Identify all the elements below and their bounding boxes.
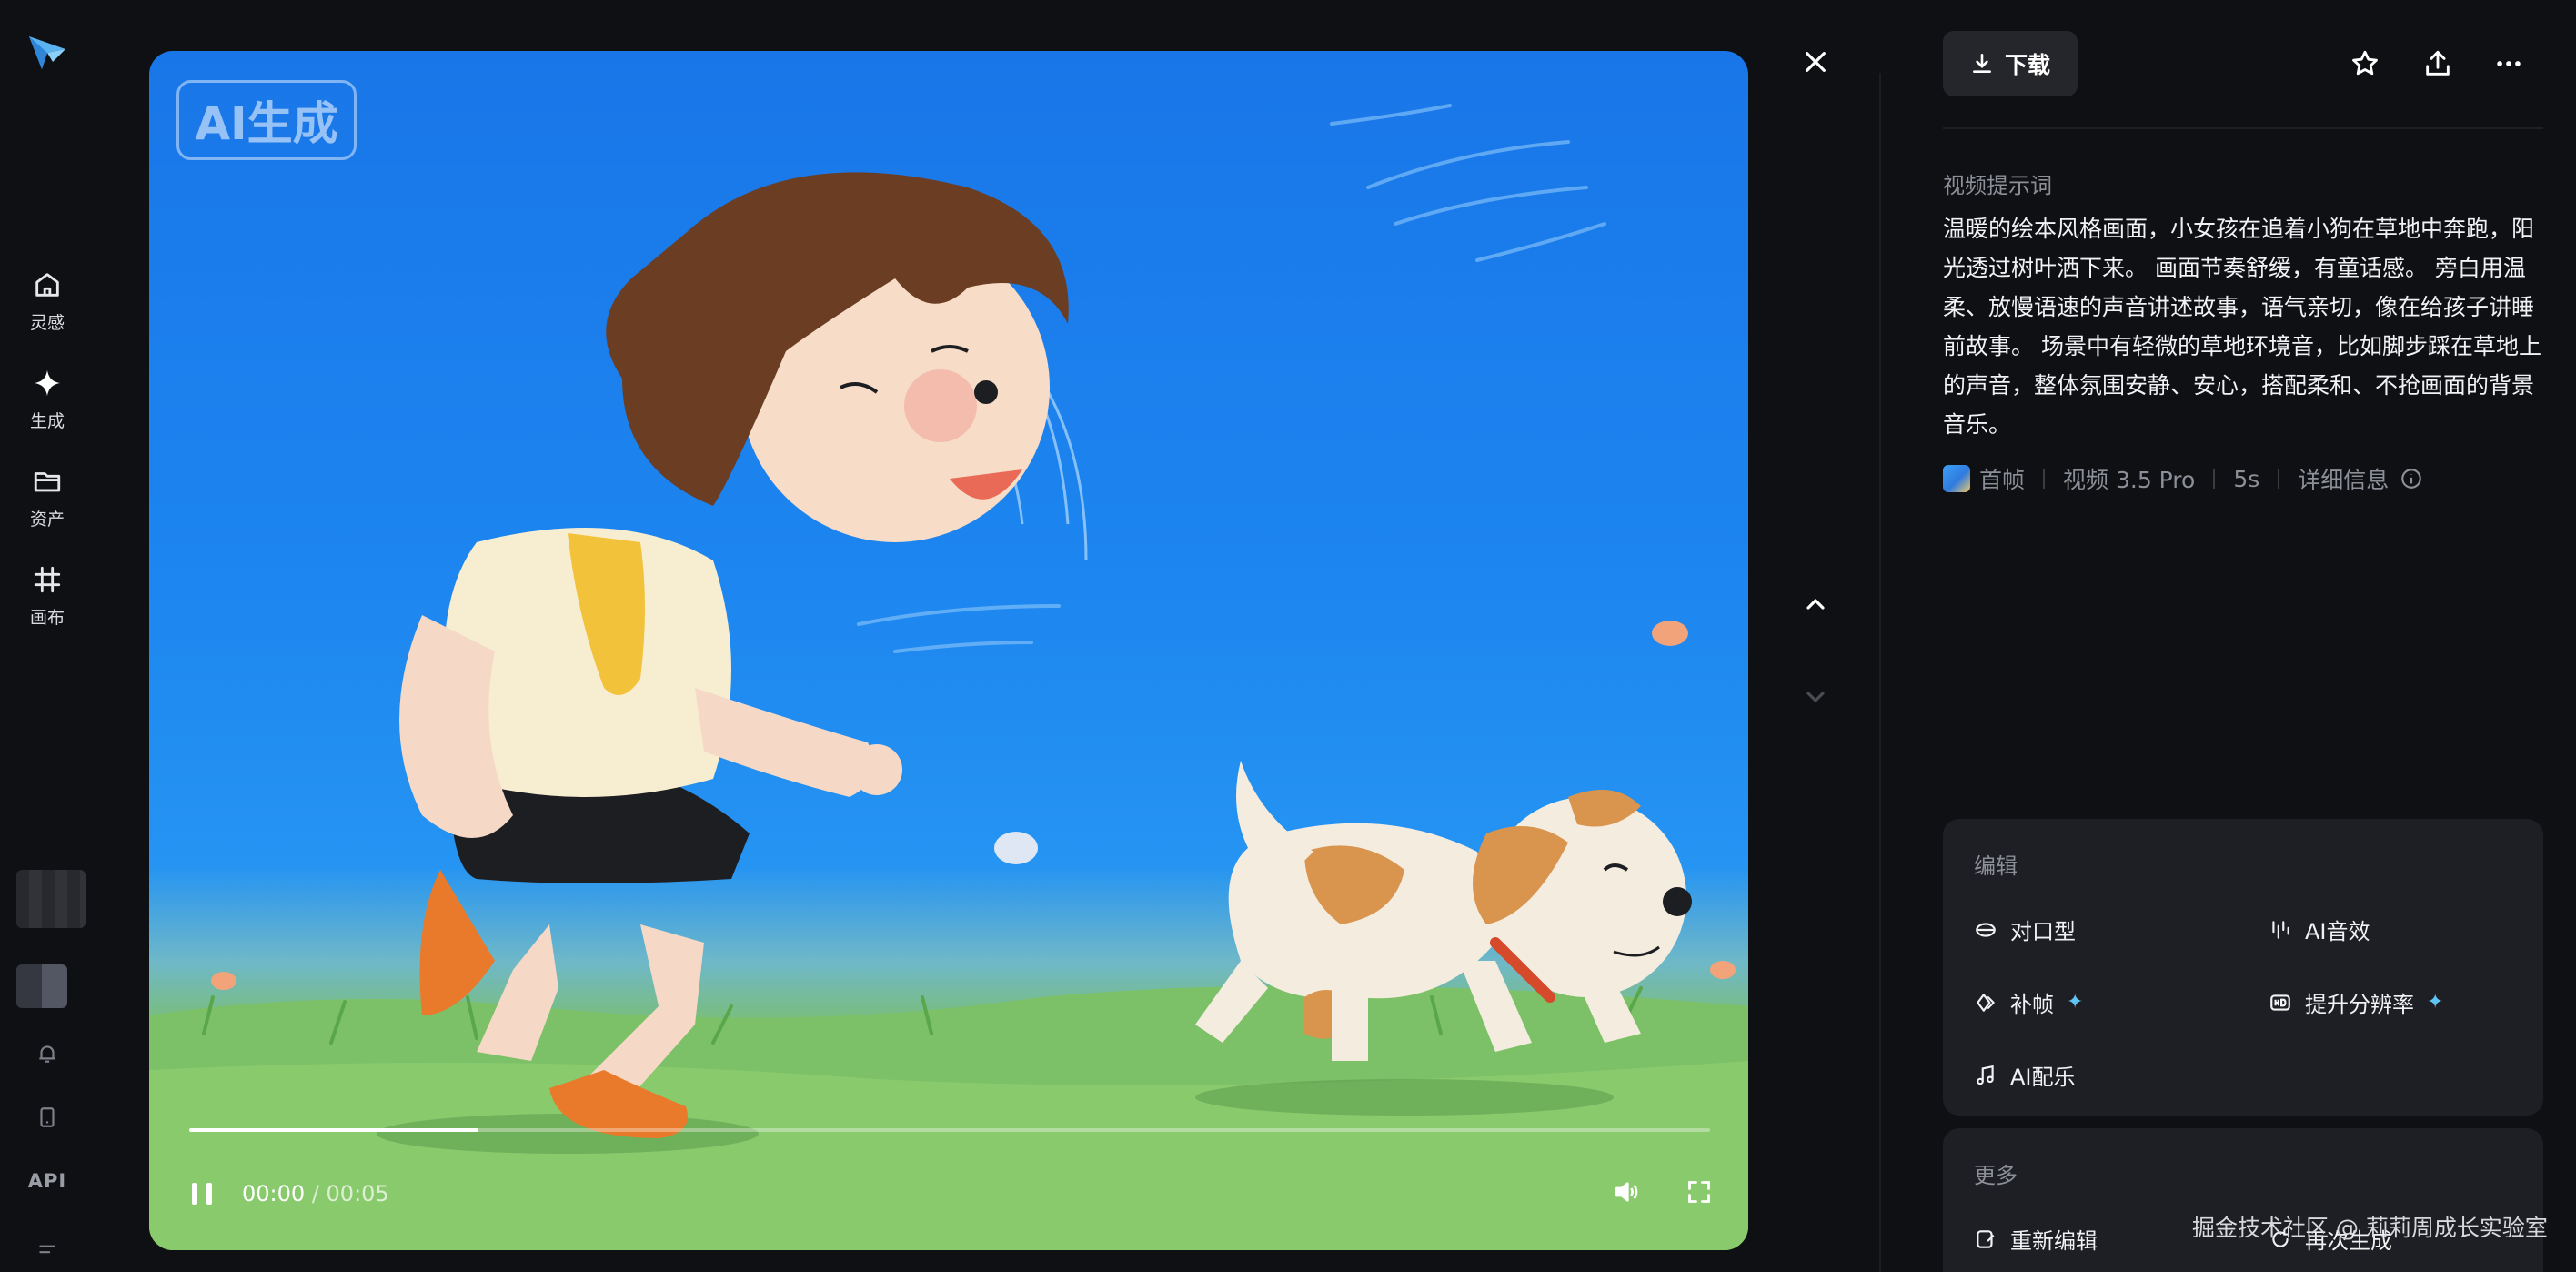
hd-icon — [2270, 994, 2290, 1011]
tool-ai-sfx[interactable]: AI音效 — [2269, 914, 2370, 945]
meta-length: 5s — [2233, 465, 2260, 492]
fullscreen-icon — [1688, 1181, 1710, 1203]
video-controls: 00:00 / 00:05 — [182, 1172, 389, 1216]
folder-icon — [34, 472, 61, 492]
sparkle-icon: ✦ — [2067, 991, 2084, 1014]
share-button[interactable] — [2416, 42, 2460, 86]
more-options-button[interactable] — [2487, 42, 2531, 86]
edit-card: 编辑 对口型 AI音效 补帧 ✦ 提升分辨率 ✦ AI配乐 — [1943, 819, 2543, 1116]
star-icon — [2352, 50, 2378, 76]
edit-card-title: 编辑 — [1974, 853, 2018, 879]
more-card-title: 更多 — [1974, 1163, 2018, 1188]
video-progress-bar[interactable] — [189, 1128, 1710, 1132]
home-icon — [35, 273, 59, 297]
speaker-icon — [1615, 1182, 1638, 1202]
chevron-up-icon — [1806, 599, 1825, 610]
nav-item-generate[interactable]: 生成 — [7, 368, 87, 432]
time-display: 00:00 / 00:05 — [242, 1181, 389, 1206]
meta-separator — [2278, 469, 2280, 489]
video-player[interactable]: AI生成 00:00 / 00:05 — [149, 51, 1748, 1250]
ai-generated-badge: AI生成 — [176, 80, 357, 160]
avatar[interactable] — [16, 964, 67, 1008]
current-time: 00:00 — [242, 1181, 306, 1206]
share-icon — [2426, 50, 2450, 76]
lips-icon — [1976, 922, 1996, 937]
download-icon — [1973, 53, 1991, 73]
volume-button[interactable] — [1606, 1172, 1646, 1212]
download-button[interactable]: 下载 — [1943, 31, 2078, 96]
meta-separator — [2213, 469, 2216, 489]
menu-lines-icon[interactable] — [27, 1230, 67, 1270]
tool-ai-music[interactable]: AI配乐 — [1974, 1059, 2076, 1091]
notification-bell-icon[interactable] — [27, 1034, 67, 1074]
more-card: 更多 重新编辑 再次生成 — [1943, 1128, 2543, 1272]
panel-divider — [1879, 73, 1881, 1272]
api-link[interactable]: API — [0, 1170, 95, 1192]
nav-label: 资产 — [29, 510, 65, 530]
nav-item-assets[interactable]: 资产 — [7, 466, 87, 530]
meta-model: 视频 3.5 Pro — [2063, 467, 2196, 493]
download-label: 下载 — [2004, 52, 2050, 78]
video-frame-illustration — [149, 104, 1748, 1250]
first-frame-thumbnail[interactable] — [1943, 465, 1970, 492]
tool-frame-interp[interactable]: 补帧 ✦ — [1974, 986, 2083, 1018]
frame-grid-icon — [34, 566, 61, 593]
tool-label: 补帧 — [2010, 992, 2054, 1017]
close-icon — [1806, 52, 1826, 72]
nav-item-canvas[interactable]: 画布 — [7, 564, 87, 629]
info-icon[interactable] — [2400, 467, 2423, 490]
avatar[interactable] — [16, 870, 86, 928]
tool-upscale[interactable]: 提升分辨率 ✦ — [2269, 986, 2443, 1018]
nav-label: 灵感 — [29, 313, 65, 333]
tool-label: 提升分辨率 — [2305, 992, 2414, 1017]
close-button[interactable] — [1794, 40, 1837, 84]
frames-icon — [1977, 993, 1995, 1012]
audio-bars-icon — [2272, 920, 2289, 939]
chevron-down-icon — [1806, 692, 1825, 702]
header-divider — [1943, 127, 2543, 129]
tool-re-edit[interactable]: 重新编辑 — [1974, 1223, 2098, 1255]
watermark-text: 掘金技术社区 @ 莉莉周成长实验室 — [2192, 1215, 2548, 1241]
pause-button[interactable] — [182, 1174, 222, 1214]
favorite-button[interactable] — [2343, 42, 2387, 86]
nav-label: 生成 — [29, 411, 65, 431]
next-video-button[interactable] — [1794, 675, 1837, 719]
tool-label: AI配乐 — [2010, 1065, 2076, 1090]
duration-time: / 00:05 — [311, 1181, 389, 1206]
left-nav-rail: 灵感 生成 资产 画布 API — [0, 0, 95, 1272]
sparkle-icon: ✦ — [2427, 991, 2444, 1014]
more-horizontal-icon — [2497, 61, 2521, 66]
prompt-text: 温暖的绘本风格画面，小女孩在追着小狗在草地中奔跑，阳光透过树叶洒下来。 画面节奏… — [1943, 216, 2541, 438]
girl-figure — [399, 172, 1069, 1138]
meta-details-link[interactable]: 详细信息 — [2298, 462, 2389, 495]
tool-lip-sync[interactable]: 对口型 — [1974, 914, 2076, 945]
tool-label: 对口型 — [2010, 919, 2076, 944]
video-progress-fill — [189, 1128, 478, 1132]
nav-item-inspiration[interactable]: 灵感 — [7, 269, 87, 334]
sparkle-icon — [34, 369, 61, 397]
nav-label: 画布 — [29, 608, 65, 628]
music-note-icon — [1977, 1065, 1994, 1085]
prompt-section-label: 视频提示词 — [1943, 173, 2052, 198]
meta-separator — [2043, 469, 2046, 489]
mobile-app-icon[interactable] — [27, 1097, 67, 1137]
fullscreen-button[interactable] — [1679, 1172, 1719, 1212]
generation-meta: 首帧 视频 3.5 Pro 5s 详细信息 — [1943, 462, 2423, 495]
meta-first-frame[interactable]: 首帧 — [1979, 462, 2025, 495]
edit-icon — [1977, 1229, 1995, 1248]
pause-icon — [192, 1183, 212, 1205]
previous-video-button[interactable] — [1794, 582, 1837, 626]
tool-label: AI音效 — [2305, 919, 2370, 944]
app-logo-icon[interactable] — [25, 31, 69, 75]
tool-label: 重新编辑 — [2010, 1228, 2098, 1254]
